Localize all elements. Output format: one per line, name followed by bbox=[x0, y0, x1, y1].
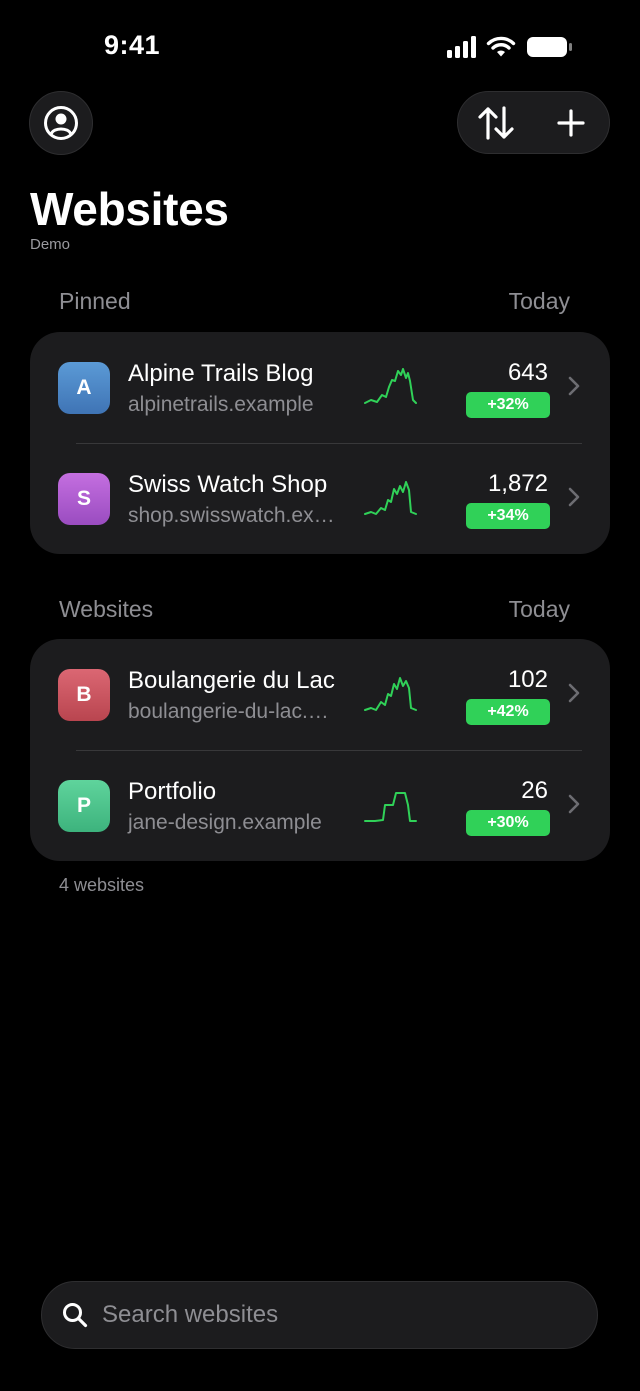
chevron-right-icon bbox=[568, 794, 580, 814]
sort-button[interactable] bbox=[476, 103, 516, 143]
chevron-right-icon bbox=[568, 376, 580, 396]
person-circle-icon bbox=[44, 106, 78, 140]
search-input[interactable] bbox=[102, 1301, 542, 1329]
section-label: Websites bbox=[59, 596, 154, 622]
change-badge: +30% bbox=[466, 810, 550, 836]
profile-button[interactable] bbox=[29, 91, 93, 155]
section-header-pinned: Pinned Today bbox=[59, 288, 570, 315]
chevron-right-icon bbox=[568, 487, 580, 507]
page-title: Websites bbox=[30, 183, 229, 235]
sparkline-chart bbox=[364, 368, 417, 404]
pinned-card: A Alpine Trails Blog alpinetrails.exampl… bbox=[30, 332, 610, 554]
change-badge: +34% bbox=[466, 503, 550, 529]
visits-count: 102 bbox=[507, 666, 548, 693]
page-subtitle: Demo bbox=[30, 236, 71, 253]
website-row[interactable]: P Portfolio jane-design.example 26 +30% bbox=[30, 750, 610, 861]
site-avatar: B bbox=[58, 669, 110, 721]
site-domain: jane-design.example bbox=[128, 811, 322, 834]
site-avatar: P bbox=[58, 780, 110, 832]
site-domain: alpinetrails.example bbox=[128, 393, 314, 416]
add-website-button[interactable] bbox=[551, 103, 591, 143]
section-period: Today bbox=[508, 288, 570, 314]
sort-arrows-icon bbox=[478, 105, 514, 140]
site-name: Swiss Watch Shop bbox=[128, 471, 328, 498]
toolbar-actions bbox=[457, 91, 610, 154]
cellular-signal-icon bbox=[447, 36, 476, 58]
battery-icon bbox=[527, 37, 572, 57]
section-header-websites: Websites Today bbox=[59, 596, 570, 623]
chevron-right-icon bbox=[568, 683, 580, 703]
websites-card: B Boulangerie du Lac boulangerie-du-lac.… bbox=[30, 639, 610, 861]
site-name: Boulangerie du Lac bbox=[128, 667, 335, 694]
website-row[interactable]: A Alpine Trails Blog alpinetrails.exampl… bbox=[30, 332, 610, 443]
change-badge: +42% bbox=[466, 699, 550, 725]
website-row[interactable]: S Swiss Watch Shop shop.swisswatch.ex… 1… bbox=[30, 443, 610, 554]
site-domain: shop.swisswatch.ex… bbox=[128, 504, 335, 527]
status-time: 9:41 bbox=[104, 30, 161, 60]
section-label: Pinned bbox=[59, 288, 131, 314]
visits-count: 643 bbox=[507, 359, 548, 386]
change-badge: +32% bbox=[466, 392, 550, 418]
sparkline-chart bbox=[364, 481, 417, 515]
websites-count-footer: 4 websites bbox=[59, 875, 145, 895]
plus-icon bbox=[557, 108, 585, 137]
site-avatar: S bbox=[58, 473, 110, 525]
sparkline-chart bbox=[364, 677, 417, 711]
search-bar[interactable] bbox=[41, 1281, 598, 1349]
site-name: Alpine Trails Blog bbox=[128, 360, 314, 387]
website-row[interactable]: B Boulangerie du Lac boulangerie-du-lac.… bbox=[30, 639, 610, 750]
wifi-icon bbox=[486, 36, 516, 57]
search-icon bbox=[63, 1303, 88, 1328]
status-bar: 9:41 bbox=[0, 0, 640, 90]
site-domain: boulangerie-du-lac.… bbox=[128, 700, 329, 723]
visits-count: 1,872 bbox=[487, 470, 548, 497]
status-icons bbox=[447, 36, 574, 58]
site-name: Portfolio bbox=[128, 778, 217, 805]
site-avatar: A bbox=[58, 362, 110, 414]
sparkline-chart bbox=[364, 792, 417, 822]
section-period: Today bbox=[508, 596, 570, 622]
visits-count: 26 bbox=[521, 777, 548, 804]
